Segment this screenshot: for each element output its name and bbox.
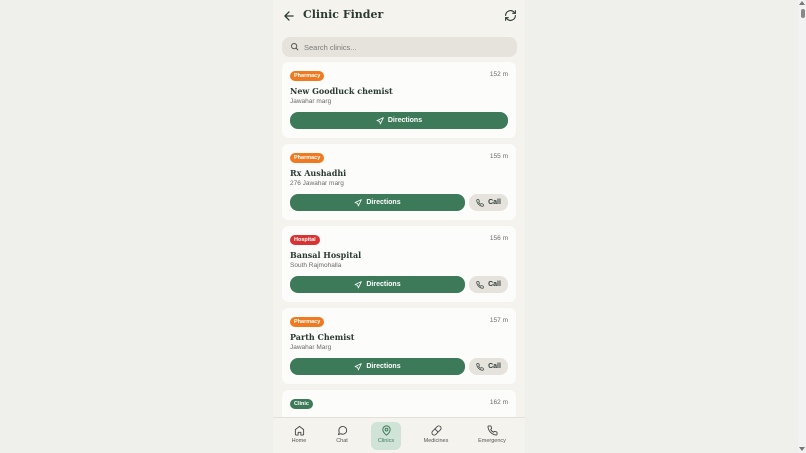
- page-scrollbar[interactable]: [798, 0, 806, 453]
- search-input[interactable]: [304, 39, 504, 55]
- distance-label: 155 m: [489, 153, 508, 160]
- clinic-card: Pharmacy 152 m New Goodluck chemist Jawa…: [282, 62, 516, 138]
- pill-icon: [431, 425, 441, 436]
- directions-label: Directions: [366, 363, 401, 370]
- call-label: Call: [488, 281, 501, 288]
- type-badge: Clinic: [290, 399, 313, 409]
- distance-label: 156 m: [489, 235, 508, 242]
- map-pin-icon: [381, 425, 391, 436]
- top-bar: Clinic Finder: [273, 0, 525, 32]
- search-icon: [291, 43, 299, 51]
- distance-label: 157 m: [489, 317, 508, 324]
- navigation-icon: [354, 280, 363, 288]
- clinic-address: South Rajmohalla: [290, 262, 342, 269]
- clinic-card: Pharmacy 155 m Rx Aushadhi 276 Jawahar m…: [282, 144, 516, 220]
- type-badge: Pharmacy: [290, 71, 325, 81]
- phone-icon: [476, 362, 484, 371]
- call-label: Call: [488, 199, 501, 206]
- clinic-name: New Goodluck chemist: [290, 86, 393, 96]
- directions-label: Directions: [387, 117, 423, 124]
- nav-home[interactable]: Home: [284, 422, 314, 450]
- app-window: Clinic Finder Pharmacy 152 m New Goodluc…: [273, 0, 525, 453]
- phone-icon: [476, 280, 484, 289]
- nav-medicines[interactable]: Medicines: [421, 422, 451, 450]
- distance-label: 162 m: [489, 399, 508, 406]
- search-bar: [282, 37, 517, 57]
- clinic-name: Parth Chemist: [290, 332, 355, 342]
- home-icon: [294, 425, 304, 436]
- arrow-left-icon[interactable]: [282, 9, 296, 23]
- scroll-down-arrow-icon[interactable]: [799, 447, 805, 451]
- type-badge: Pharmacy: [290, 153, 325, 163]
- chat-icon: [337, 426, 347, 436]
- type-badge: Pharmacy: [290, 317, 325, 327]
- clinic-name: Rx Aushadhi: [290, 168, 347, 178]
- refresh-icon[interactable]: [504, 9, 517, 22]
- nav-clinics[interactable]: Clinics: [371, 422, 401, 450]
- results-list[interactable]: Pharmacy 152 m New Goodluck chemist Jawa…: [273, 62, 525, 417]
- clinic-address: Jawahar Marg: [290, 344, 332, 351]
- nav-label: Home: [291, 438, 307, 444]
- type-badge: Hospital: [290, 235, 320, 245]
- call-button[interactable]: Call: [469, 276, 508, 293]
- call-button[interactable]: Call: [469, 358, 508, 375]
- nav-label: Clinics: [377, 438, 395, 444]
- page-title: Clinic Finder: [303, 8, 384, 21]
- scroll-up-arrow-icon[interactable]: [799, 1, 805, 5]
- nav-label: Emergency: [478, 438, 506, 444]
- navigation-icon: [376, 116, 384, 124]
- distance-label: 152 m: [489, 71, 508, 78]
- directions-label: Directions: [366, 199, 401, 206]
- bottom-nav: Home Chat Clinics Medicines Emergency: [273, 417, 525, 453]
- clinic-name: Bansal Hospital: [290, 250, 362, 260]
- clinic-card: Hospital 156 m Bansal Hospital South Raj…: [282, 226, 516, 302]
- phone-icon: [487, 425, 498, 436]
- directions-label: Directions: [366, 281, 401, 288]
- scrollbar-thumb[interactable]: [801, 9, 805, 18]
- nav-emergency[interactable]: Emergency: [477, 422, 507, 450]
- phone-icon: [476, 198, 484, 207]
- nav-label: Medicines: [423, 438, 449, 444]
- directions-button[interactable]: Directions: [290, 276, 465, 293]
- call-button[interactable]: Call: [469, 194, 508, 211]
- call-label: Call: [488, 363, 501, 370]
- directions-button[interactable]: Directions: [290, 194, 465, 211]
- navigation-icon: [354, 198, 363, 206]
- directions-button[interactable]: Directions: [290, 358, 465, 375]
- clinic-card: Clinic 162 m: [282, 390, 516, 417]
- nav-label: Chat: [336, 438, 348, 444]
- clinic-address: Jawahar marg: [290, 98, 332, 105]
- clinic-address: 276 Jawahar marg: [290, 180, 344, 187]
- directions-button[interactable]: Directions: [290, 112, 508, 129]
- nav-chat[interactable]: Chat: [327, 422, 357, 450]
- clinic-card: Pharmacy 157 m Parth Chemist Jawahar Mar…: [282, 308, 516, 384]
- navigation-icon: [354, 362, 363, 370]
